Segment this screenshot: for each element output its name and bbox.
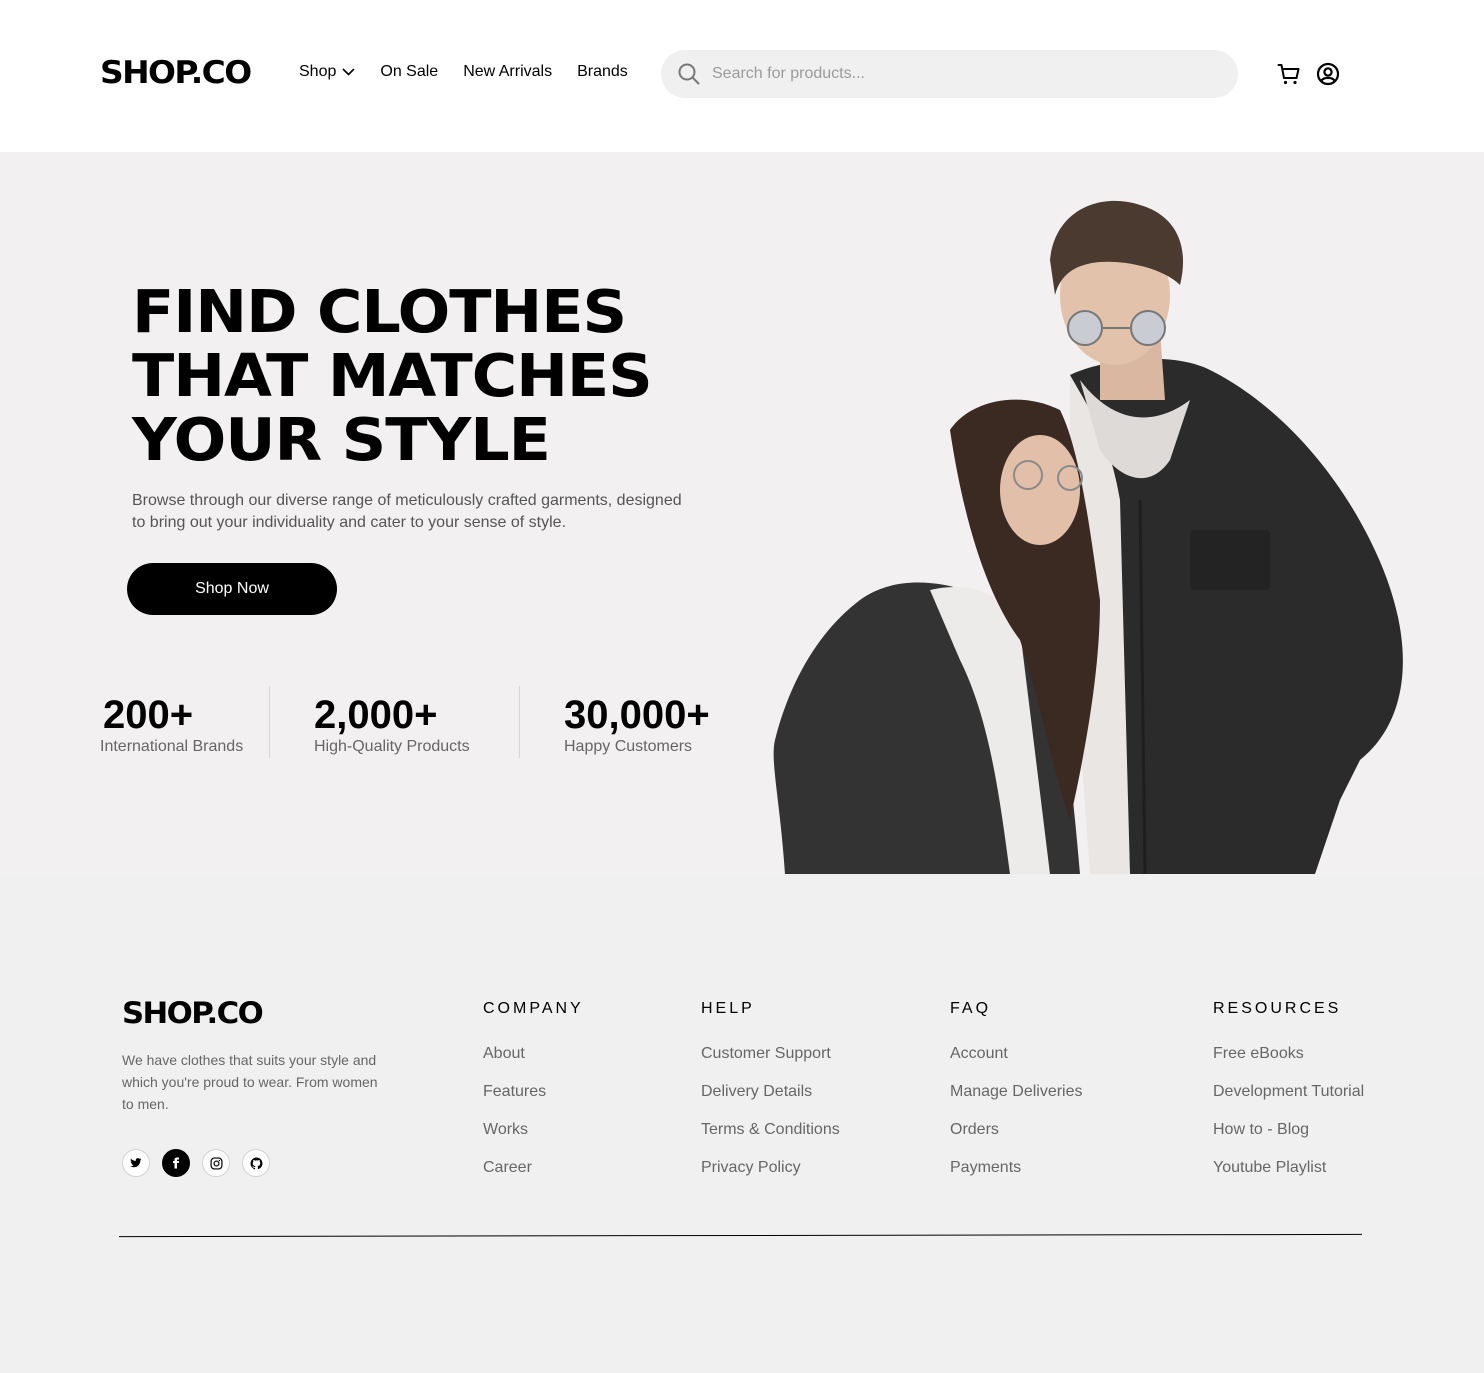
footer-column-resources: RESOURCES Free eBooks Development Tutori… — [1213, 1000, 1364, 1196]
footer-column-heading: FAQ — [950, 1000, 992, 1017]
footer-column-faq: FAQ Account Manage Deliveries Orders Pay… — [950, 1000, 1083, 1196]
footer-divider — [119, 1233, 1362, 1238]
footer-link-free-ebooks[interactable]: Free eBooks — [1213, 1044, 1364, 1064]
stat-divider — [269, 686, 270, 758]
site-header: SHOP.CO Shop On Sale New Arrivals Brands — [0, 0, 1484, 152]
nav-item-new-arrivals[interactable]: New Arrivals — [463, 63, 552, 81]
search-icon[interactable] — [678, 63, 700, 85]
footer-column-heading: RESOURCES — [1213, 1000, 1342, 1017]
footer-link-payments[interactable]: Payments — [950, 1158, 1083, 1178]
main-nav: Shop On Sale New Arrivals Brands — [299, 63, 653, 81]
stat-value: 2,000+ — [314, 693, 438, 737]
footer-link-orders[interactable]: Orders — [950, 1120, 1083, 1140]
hero-title-line: FIND CLOTHES — [132, 277, 627, 346]
github-icon[interactable] — [242, 1149, 270, 1177]
search-bar — [661, 50, 1238, 98]
footer-link-terms[interactable]: Terms & Conditions — [701, 1120, 840, 1140]
footer-link-how-to-blog[interactable]: How to - Blog — [1213, 1120, 1364, 1140]
footer-column-company: COMPANY About Features Works Career — [483, 1000, 584, 1196]
facebook-icon[interactable] — [162, 1149, 190, 1177]
hero-description: Browse through our diverse range of meti… — [132, 492, 682, 531]
instagram-icon[interactable] — [202, 1149, 230, 1177]
cart-icon[interactable] — [1277, 62, 1301, 86]
user-account-icon[interactable] — [1316, 62, 1340, 86]
nav-item-brands[interactable]: Brands — [577, 63, 628, 81]
footer-column-heading: COMPANY — [483, 1000, 584, 1017]
footer-link-works[interactable]: Works — [483, 1120, 584, 1140]
nav-item-label: New Arrivals — [463, 63, 553, 80]
footer-link-features[interactable]: Features — [483, 1082, 584, 1102]
footer-link-career[interactable]: Career — [483, 1158, 584, 1178]
footer-column-help: HELP Customer Support Delivery Details T… — [701, 1000, 840, 1196]
footer-link-customer-support[interactable]: Customer Support — [701, 1044, 840, 1064]
site-footer: SHOP.CO We have clothes that suits your … — [0, 874, 1484, 1373]
footer-link-account[interactable]: Account — [950, 1044, 1083, 1064]
footer-link-manage-deliveries[interactable]: Manage Deliveries — [950, 1082, 1083, 1102]
hero-models-image — [773, 200, 1403, 874]
footer-logo[interactable]: SHOP.CO — [122, 996, 264, 1030]
footer-link-development-tutorial[interactable]: Development Tutorial — [1213, 1082, 1364, 1102]
nav-item-on-sale[interactable]: On Sale — [380, 63, 438, 81]
nav-item-label: Brands — [577, 63, 628, 80]
stat-international-brands: 200+ International Brands — [100, 692, 244, 756]
twitter-icon[interactable] — [122, 1149, 150, 1177]
site-logo[interactable]: SHOP.CO — [100, 55, 252, 91]
footer-link-delivery-details[interactable]: Delivery Details — [701, 1082, 840, 1102]
nav-item-label: Shop — [299, 63, 337, 80]
social-links — [122, 1149, 282, 1177]
stat-label: International Brands — [100, 738, 244, 755]
footer-link-youtube-playlist[interactable]: Youtube Playlist — [1213, 1158, 1364, 1178]
hero-title: FIND CLOTHES THAT MATCHES YOUR STYLE — [132, 280, 720, 472]
hero-title-line: THAT MATCHES — [132, 341, 653, 410]
stat-divider — [519, 686, 520, 758]
stat-label: High-Quality Products — [314, 738, 470, 755]
stat-value: 200+ — [103, 693, 194, 737]
footer-link-privacy-policy[interactable]: Privacy Policy — [701, 1158, 840, 1178]
search-input[interactable] — [712, 65, 1192, 83]
nav-item-shop[interactable]: Shop — [299, 63, 355, 81]
shop-now-button[interactable]: Shop Now — [127, 563, 337, 615]
stat-label: Happy Customers — [564, 738, 693, 755]
stat-value: 30,000+ — [564, 693, 710, 737]
hero-title-line: YOUR STYLE — [132, 405, 551, 474]
nav-item-label: On Sale — [380, 63, 439, 80]
stat-products: 2,000+ High-Quality Products — [314, 692, 470, 756]
footer-description: We have clothes that suits your style an… — [122, 1052, 378, 1112]
footer-column-heading: HELP — [701, 1000, 755, 1017]
stat-customers: 30,000+ Happy Customers — [564, 692, 710, 756]
chevron-down-icon — [342, 68, 355, 76]
hero-section: FIND CLOTHES THAT MATCHES YOUR STYLE Bro… — [0, 152, 1484, 874]
footer-link-about[interactable]: About — [483, 1044, 584, 1064]
